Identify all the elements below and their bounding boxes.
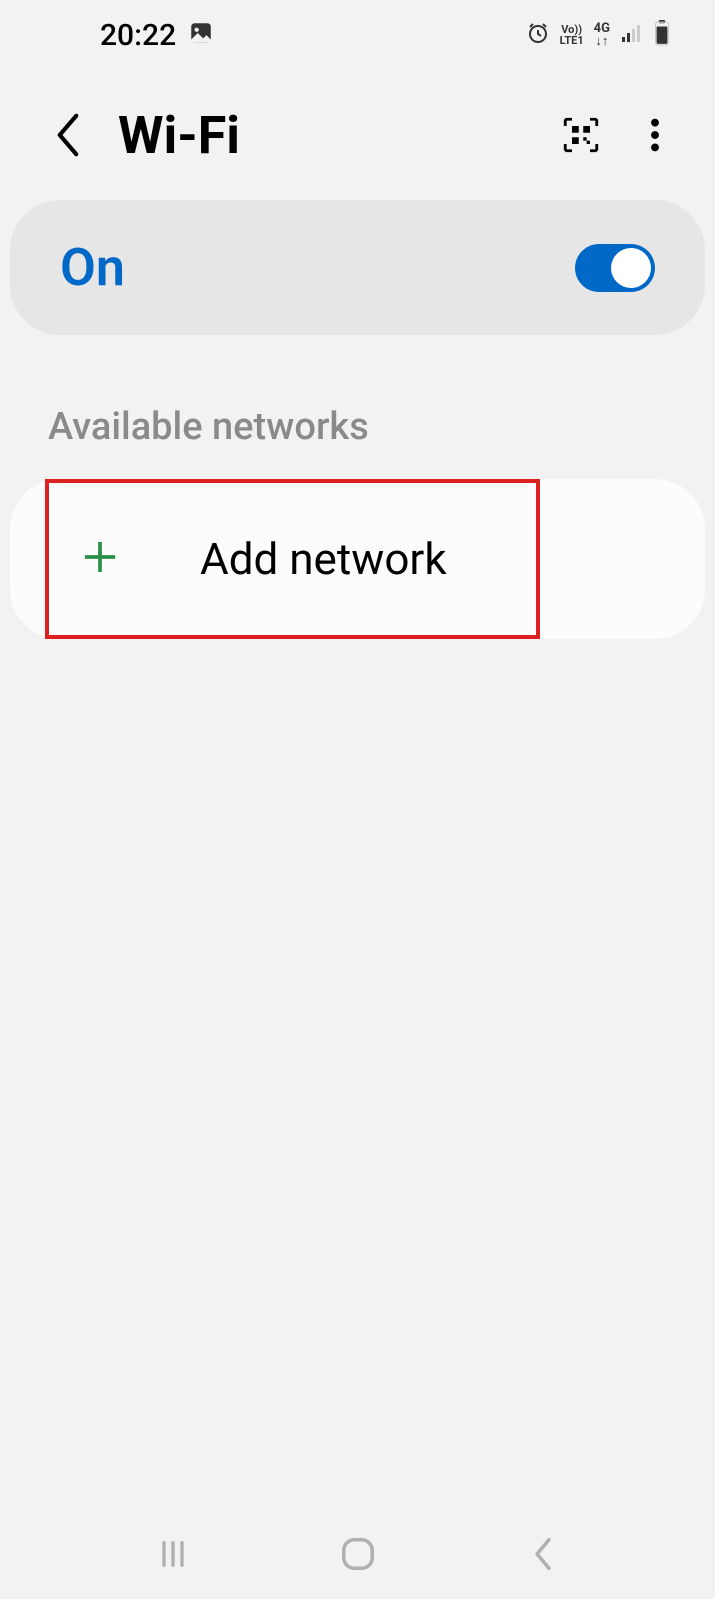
status-left: 20:22 xyxy=(100,18,214,53)
home-icon xyxy=(339,1535,377,1573)
page-title: Wi-Fi xyxy=(118,105,561,166)
nav-back-button[interactable] xyxy=(518,1529,568,1579)
status-right: Vo))LTE1 4G↓↑ xyxy=(526,20,670,50)
recents-icon xyxy=(155,1536,191,1572)
add-network-button[interactable]: Add network xyxy=(10,479,705,639)
toggle-thumb xyxy=(611,248,651,288)
wifi-toggle-label: On xyxy=(60,237,125,298)
chevron-left-icon xyxy=(54,113,82,157)
qr-scan-button[interactable] xyxy=(561,115,601,155)
wifi-toggle-card[interactable]: On xyxy=(10,200,705,335)
volte-icon: Vo))LTE1 xyxy=(560,24,584,46)
add-network-label: Add network xyxy=(200,533,447,585)
qr-code-icon xyxy=(563,117,599,153)
more-options-button[interactable] xyxy=(635,115,675,155)
header-actions xyxy=(561,115,675,155)
status-time: 20:22 xyxy=(100,18,176,53)
alarm-icon xyxy=(526,21,550,49)
image-icon xyxy=(188,20,214,50)
page-header: Wi-Fi xyxy=(0,70,715,200)
back-button[interactable] xyxy=(48,115,88,155)
battery-icon xyxy=(654,20,670,50)
network-list-card: Add network xyxy=(10,479,705,639)
signal-icon xyxy=(620,21,644,49)
plus-icon xyxy=(80,537,120,581)
navigation-bar xyxy=(0,1509,715,1599)
status-bar: 20:22 Vo))LTE1 4G↓↑ xyxy=(0,0,715,70)
network-4g-icon: 4G↓↑ xyxy=(594,22,610,48)
available-networks-label: Available networks xyxy=(0,335,715,479)
chevron-left-icon xyxy=(530,1535,556,1573)
more-vertical-icon xyxy=(650,117,660,153)
home-button[interactable] xyxy=(333,1529,383,1579)
recents-button[interactable] xyxy=(148,1529,198,1579)
wifi-toggle-switch[interactable] xyxy=(575,244,655,292)
